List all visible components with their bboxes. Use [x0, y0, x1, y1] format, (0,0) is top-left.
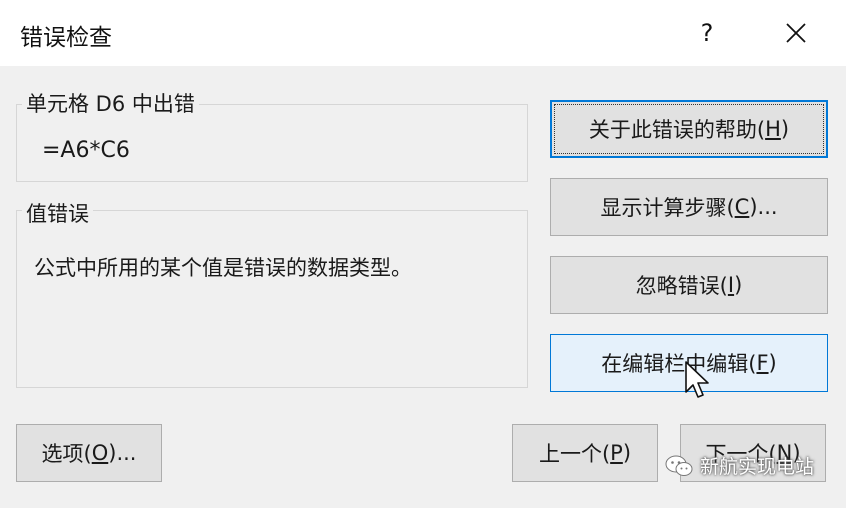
options-button[interactable]: 选项(O)... [16, 424, 162, 482]
edit-in-formula-bar-button[interactable]: 在编辑栏中编辑(F) [550, 334, 828, 392]
watermark-text: 新航实现电站 [700, 456, 815, 478]
close-icon [786, 23, 806, 43]
close-button[interactable] [772, 14, 820, 54]
error-help-button[interactable]: 关于此错误的帮助(H) [550, 100, 828, 158]
error-help-button-text: 关于此错误的帮助( [588, 118, 766, 142]
title-bar: 错误检查 ? [0, 0, 846, 66]
error-type-group [16, 210, 528, 388]
cell-error-label: 单元格 D6 中出错 [22, 88, 199, 118]
prev-button-text: 上一个( [538, 442, 611, 466]
error-help-button-key: H [765, 117, 781, 141]
edit-button-text: 在编辑栏中编辑( [601, 352, 757, 376]
options-button-key: O [91, 441, 109, 465]
steps-button-text: 显示计算步骤( [600, 196, 735, 220]
edit-button-key: F [756, 351, 769, 375]
options-button-text: 选项( [41, 442, 92, 466]
ignore-error-button[interactable]: 忽略错误(I) [550, 256, 828, 314]
prev-button-key: P [610, 441, 623, 465]
wechat-icon [665, 455, 693, 476]
steps-button-key: C [734, 195, 750, 219]
steps-button-end: )... [749, 195, 778, 219]
prev-button-end: ) [622, 441, 632, 465]
ignore-button-end: ) [734, 273, 743, 297]
error-help-button-end: ) [780, 117, 790, 141]
edit-button-end: ) [768, 351, 777, 375]
formula-text: =A6*C6 [42, 138, 130, 163]
help-question-button[interactable]: ? [690, 14, 724, 52]
show-calculation-steps-button[interactable]: 显示计算步骤(C)... [550, 178, 828, 236]
ignore-button-text: 忽略错误( [635, 274, 728, 298]
watermark: 新航实现电站 [664, 452, 814, 479]
error-type-label: 值错误 [22, 198, 93, 228]
error-check-dialog: 错误检查 ? 单元格 D6 中出错 =A6*C6 值错误 公式中所用的某个值是错… [0, 0, 846, 508]
previous-button[interactable]: 上一个(P) [512, 424, 658, 482]
error-description: 公式中所用的某个值是错误的数据类型。 [34, 256, 412, 280]
options-button-end: )... [108, 441, 137, 465]
dialog-title: 错误检查 [20, 25, 112, 51]
